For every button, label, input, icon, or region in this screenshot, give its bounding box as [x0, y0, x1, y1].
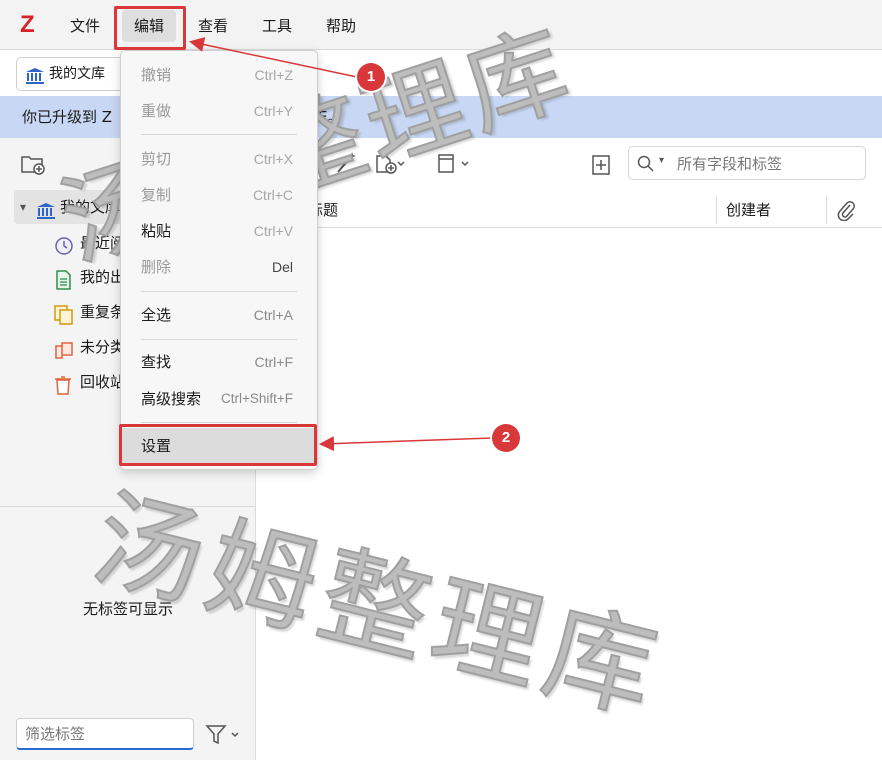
collection-label: 未分类 [80, 338, 126, 356]
tag-pane-divider[interactable] [0, 506, 256, 507]
banner-text-suffix: E。 [318, 108, 343, 126]
menu-item-undo[interactable]: 撤销 Ctrl+Z [121, 57, 317, 93]
tag-filter-input[interactable] [16, 718, 194, 750]
add-attachment-icon[interactable] [374, 150, 406, 180]
new-note-icon[interactable] [436, 150, 474, 180]
menu-item-paste[interactable]: 粘贴 Ctrl+V [121, 213, 317, 249]
chevron-down-icon[interactable]: ▾ [20, 190, 26, 224]
annotation-arrow-2 [319, 436, 493, 452]
collection-duplicates[interactable]: 重复条 [54, 295, 125, 329]
magic-wand-icon[interactable] [334, 150, 358, 180]
menu-item-find[interactable]: 查找 Ctrl+F [121, 344, 317, 380]
highlight-box-edit-menu [114, 6, 186, 50]
menu-item-select-all[interactable]: 全选 Ctrl+A [121, 297, 317, 333]
menu-help[interactable]: 帮助 [314, 10, 368, 42]
library-icon [25, 65, 45, 97]
no-tags-message: 无标签可显示 [82, 600, 173, 618]
menu-file[interactable]: 文件 [58, 10, 112, 42]
items-column-header: 标题 创建者 [256, 192, 882, 228]
search-placeholder: 所有字段和标签 [677, 155, 783, 173]
menu-item-copy[interactable]: 复制 Ctrl+C [121, 177, 317, 213]
column-divider[interactable] [826, 196, 827, 224]
search-input[interactable]: ▾ 所有字段和标签 [628, 146, 866, 180]
search-icon [637, 155, 655, 177]
menu-item-delete[interactable]: 删除 Del [121, 249, 317, 285]
library-icon [36, 198, 56, 232]
collection-label: 我的出 [80, 268, 126, 286]
paperclip-icon[interactable] [836, 199, 856, 225]
collection-label: 最近阅 [80, 234, 126, 252]
menu-item-redo[interactable]: 重做 Ctrl+Y [121, 93, 317, 129]
add-item-icon[interactable] [590, 150, 616, 182]
callout-2: 2 [492, 424, 520, 452]
library-tab[interactable]: 我的文库 [16, 57, 126, 91]
zotero-logo: Z [20, 11, 35, 38]
filter-icon[interactable] [204, 722, 244, 748]
collection-label: 重复条 [80, 303, 126, 321]
menu-separator [141, 134, 297, 135]
trash-icon [54, 373, 72, 407]
library-tab-label: 我的文库 [49, 66, 105, 82]
collection-recent[interactable]: 最近阅 [54, 226, 125, 260]
menu-item-advanced-search[interactable]: 高级搜索 Ctrl+Shift+F [121, 381, 317, 417]
collection-trash[interactable]: 回收站 [54, 365, 125, 399]
column-creator[interactable]: 创建者 [726, 192, 771, 228]
menu-separator [141, 291, 297, 292]
highlight-box-settings [119, 424, 317, 466]
menu-view[interactable]: 查看 [186, 10, 240, 42]
new-collection-icon[interactable] [20, 152, 46, 180]
menu-item-cut[interactable]: 剪切 Ctrl+X [121, 141, 317, 177]
menu-separator [141, 422, 297, 423]
search-mode-chevron-icon[interactable]: ▾ [659, 155, 664, 166]
column-divider[interactable] [716, 196, 717, 224]
callout-1: 1 [357, 63, 385, 91]
edit-menu-dropdown: 撤销 Ctrl+Z 重做 Ctrl+Y 剪切 Ctrl+X 复制 Ctrl+C … [120, 50, 318, 470]
collection-my-publications[interactable]: 我的出 [54, 260, 125, 294]
menu-tools[interactable]: 工具 [250, 10, 304, 42]
collection-label: 回收站 [80, 373, 126, 391]
collection-label: 我的文库 [60, 198, 121, 216]
banner-text-prefix: 你已升级到 Z [22, 108, 113, 126]
menu-separator [141, 339, 297, 340]
collection-unfiled[interactable]: 未分类 [54, 330, 125, 364]
